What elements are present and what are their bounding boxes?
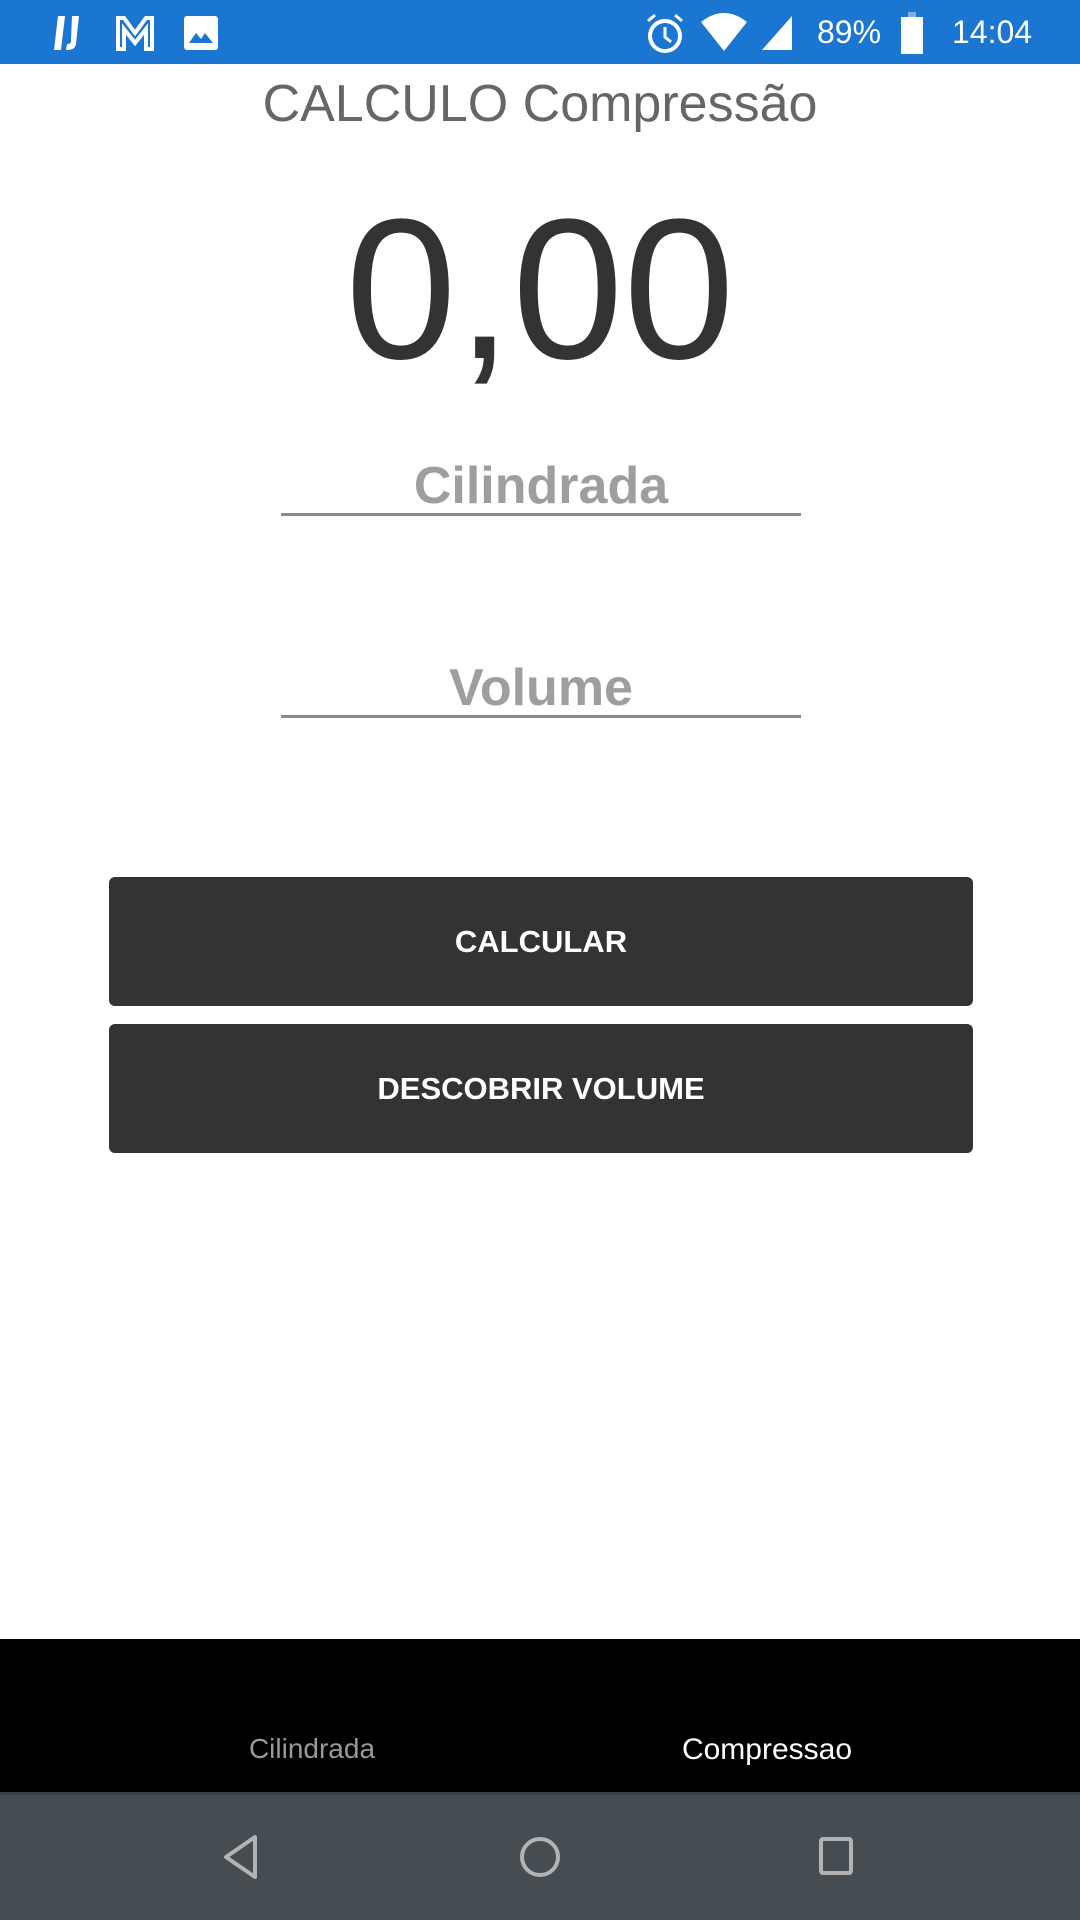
home-icon[interactable] bbox=[517, 1834, 563, 1880]
cilindrada-input[interactable] bbox=[281, 458, 801, 516]
navigation-bar bbox=[0, 1792, 1080, 1920]
battery-icon bbox=[901, 12, 923, 54]
alarm-icon bbox=[647, 13, 683, 53]
tab-bar: Cilindrada Compressao bbox=[0, 1639, 1080, 1792]
ij-app-icon bbox=[54, 16, 79, 50]
battery-percent: 89% bbox=[817, 14, 882, 50]
calcular-button[interactable]: CALCULAR bbox=[109, 877, 973, 1006]
recents-icon[interactable] bbox=[818, 1836, 854, 1878]
back-icon[interactable] bbox=[222, 1834, 262, 1880]
clock: 14:04 bbox=[952, 14, 1033, 50]
result-value: 0,00 bbox=[345, 178, 735, 401]
page-title: CALCULO Compressão bbox=[262, 75, 818, 133]
volume-input[interactable] bbox=[281, 660, 801, 718]
tab-compressao[interactable]: Compressao bbox=[497, 1733, 1037, 1767]
status-bar: 89% 14:04 bbox=[0, 0, 1080, 64]
image-icon bbox=[184, 16, 218, 50]
descobrir-volume-button[interactable]: DESCOBRIR VOLUME bbox=[109, 1024, 973, 1153]
wifi-icon bbox=[701, 13, 747, 51]
gmail-icon bbox=[116, 16, 154, 51]
signal-icon bbox=[762, 16, 792, 50]
